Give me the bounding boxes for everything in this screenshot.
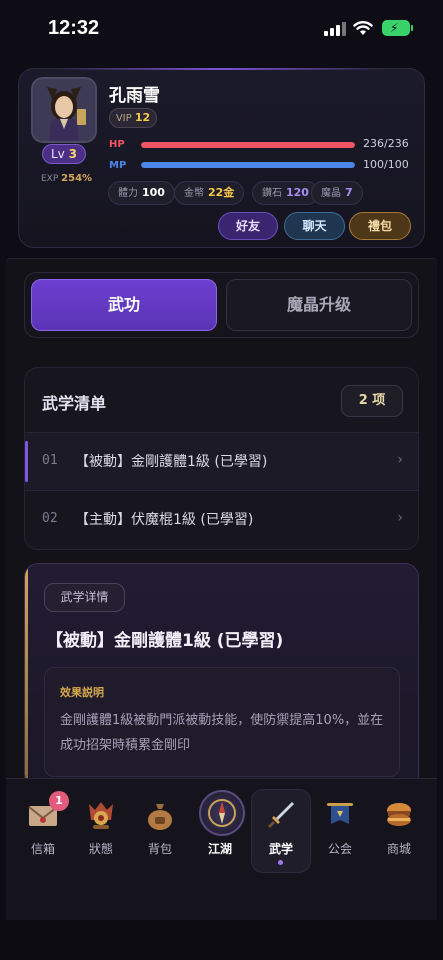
chevron-right-icon: ›: [397, 452, 403, 468]
mp-value: 100/100: [363, 158, 409, 171]
signal-icon: [324, 22, 346, 36]
guild-banner-icon: [327, 803, 353, 824]
nav-martial-arts[interactable]: 武学: [251, 790, 311, 870]
skill-list-item[interactable]: 02 【主動】伏魔棍1級 (已學習) ›: [25, 490, 418, 548]
stat-magic-crystal: 魔晶 7: [311, 181, 363, 205]
nav-shop[interactable]: 商城: [369, 790, 429, 870]
shop-icon: [387, 803, 411, 826]
battery-icon: ⚡: [382, 20, 413, 36]
tab-martial-arts[interactable]: 武功: [31, 279, 217, 331]
nav-backpack[interactable]: 背包: [130, 790, 190, 870]
exp-indicator: EXP 254%: [41, 173, 93, 184]
active-dot: [278, 860, 283, 865]
hp-label: HP: [109, 139, 125, 150]
avatar[interactable]: [31, 77, 97, 143]
nav-label: 商城: [386, 842, 411, 856]
username: 孔雨雪: [109, 86, 160, 106]
nav-label: 武学: [268, 842, 293, 856]
bag-icon: [148, 804, 172, 830]
stat-stamina: 體力 100: [108, 181, 175, 205]
gift-pack-button[interactable]: 禮包: [349, 212, 411, 240]
skill-count-badge: 2 项: [341, 385, 403, 417]
chat-button[interactable]: 聊天: [284, 212, 345, 240]
hp-bar: [141, 142, 355, 148]
skill-name: 【主動】伏魔棍1級 (已學習): [75, 512, 254, 528]
profile-card: Lv 3 EXP 254% 孔雨雪 VIP 12 HP 236/236 MP 1…: [18, 68, 425, 248]
nav-label: 背包: [147, 842, 172, 856]
status-bar: 12:32 ⚡: [0, 0, 443, 56]
status-time: 12:32: [48, 17, 100, 39]
mp-bar-fill: [141, 162, 355, 168]
skill-detail-card: 武学详情 【被動】金剛護體1級 (已學習) 效果説明 金剛護體1級被動門派被動技…: [24, 563, 419, 788]
effect-box: 效果説明 金剛護體1級被動門派被動技能，使防禦提高10%，並在成功招架時積累金剛…: [44, 667, 400, 777]
home-indicator-area: [0, 920, 443, 960]
status-icon: [89, 802, 113, 829]
nav-guild[interactable]: 公会: [310, 790, 370, 870]
skill-index: 02: [42, 511, 58, 526]
vip-badge: VIP 12: [109, 108, 157, 128]
mail-count-badge: 1: [49, 791, 69, 811]
nav-label: 狀態: [88, 842, 113, 856]
friends-button[interactable]: 好友: [218, 212, 278, 240]
stat-gold: 金幣 22金: [174, 181, 245, 205]
hp-value: 236/236: [363, 137, 409, 150]
mp-label: MP: [109, 160, 127, 171]
tab-crystal-upgrade[interactable]: 魔晶升级: [226, 279, 412, 331]
hp-bar-fill: [141, 142, 355, 148]
nav-label: 信箱: [30, 842, 55, 856]
level-badge: Lv 3: [42, 144, 86, 164]
effect-label: 效果説明: [60, 686, 104, 699]
nav-jianghu[interactable]: 江湖: [190, 790, 250, 870]
skill-name: 【被動】金剛護體1級 (已學習): [75, 454, 268, 470]
character-portrait-icon: [33, 79, 95, 141]
nav-label: 江湖: [207, 842, 232, 856]
skill-list-title: 武学清单: [42, 394, 107, 413]
nav-label: 公会: [327, 842, 352, 856]
stat-diamond: 鑽石 120: [252, 181, 319, 205]
mp-bar: [141, 162, 355, 168]
skill-list: 武学清单 2 项 01 【被動】金剛護體1級 (已學習) › 02 【主動】伏魔…: [24, 367, 419, 550]
skill-list-item[interactable]: 01 【被動】金剛護體1級 (已學習) ›: [25, 432, 418, 490]
skill-detail-title: 【被動】金剛護體1級 (已學習): [46, 631, 284, 651]
sword-icon: [268, 802, 294, 828]
wifi-icon: [353, 21, 373, 35]
skill-detail-tag: 武学详情: [44, 583, 125, 612]
nav-status[interactable]: 狀態: [71, 790, 131, 870]
skill-index: 01: [42, 453, 58, 468]
effect-description: 金剛護體1級被動門派被動技能，使防禦提高10%，並在成功招架時積累金剛印: [60, 713, 384, 753]
chevron-right-icon: ›: [397, 510, 403, 526]
